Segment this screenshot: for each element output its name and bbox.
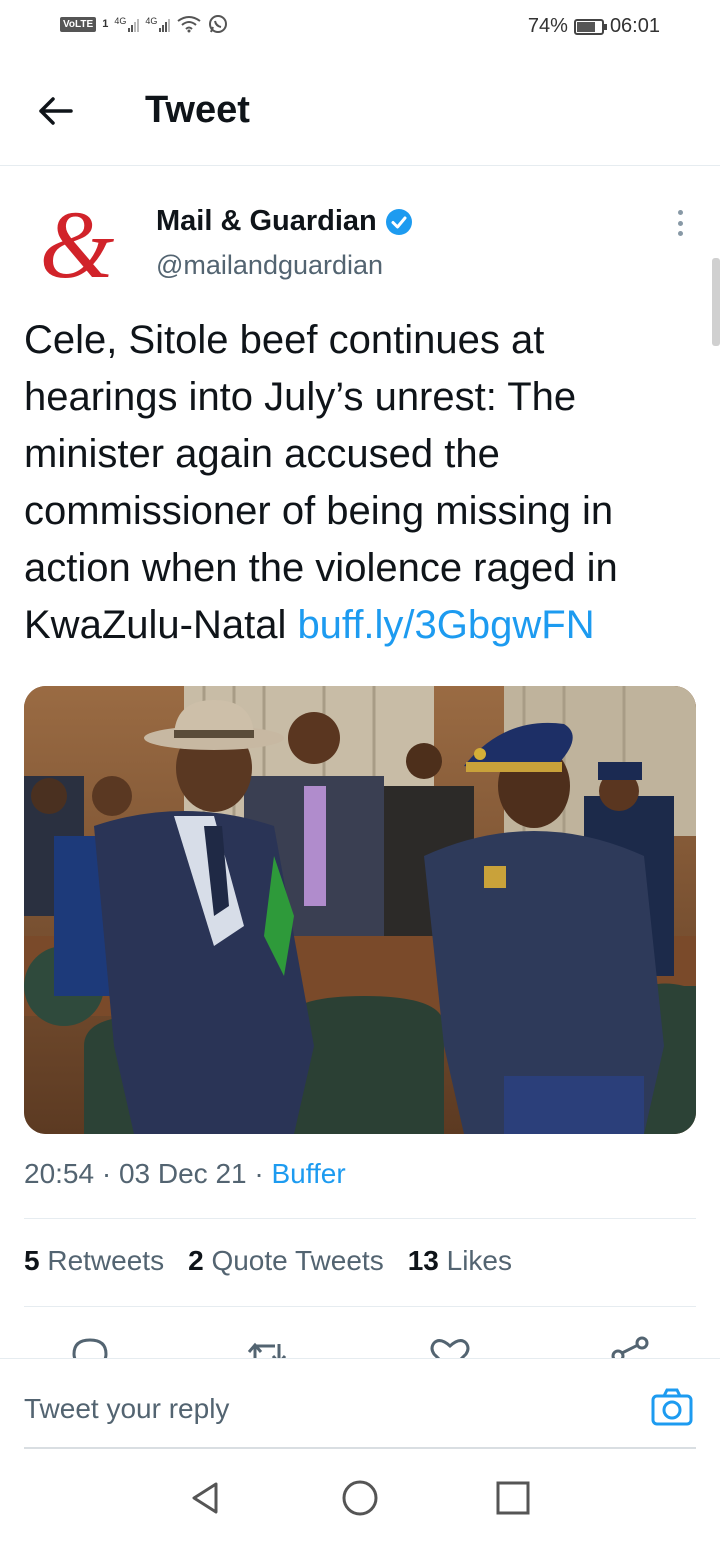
author-name[interactable]: Mail & Guardian [156, 205, 413, 238]
arrow-left-icon [39, 97, 73, 125]
tweet-link[interactable]: buff.ly/3GbgwFN [297, 603, 594, 647]
photo-image [24, 686, 696, 1134]
camera-icon[interactable] [650, 1387, 694, 1427]
quotes-label: Quote Tweets [211, 1245, 384, 1276]
author-handle[interactable]: @mailandguardian [156, 250, 383, 281]
tweet-date: 03 Dec 21 [118, 1158, 247, 1189]
tweet-text: Cele, Sitole beef continues at hearings … [24, 312, 694, 654]
tweet-meta: 20:54 · 03 Dec 21 · Buffer [24, 1158, 346, 1190]
signal-icon-2: 4G [145, 16, 171, 32]
share-icon[interactable] [608, 1334, 652, 1358]
battery-icon [573, 18, 607, 35]
wifi-icon [177, 16, 201, 33]
signal-icon: 4G [114, 16, 140, 32]
tweet-time: 20:54 [24, 1158, 95, 1189]
battery-percent: 74% [527, 15, 568, 37]
whatsapp-icon [209, 15, 228, 33]
volte-badge: VoLTE [60, 16, 97, 32]
like-icon[interactable] [428, 1334, 472, 1358]
system-nav-bar [0, 1450, 720, 1541]
avatar[interactable]: & [24, 196, 130, 302]
network-type-2: 4G [145, 16, 158, 26]
retweet-icon[interactable] [245, 1334, 289, 1358]
verified-badge-icon [385, 208, 412, 235]
reply-bar: Tweet your reply [0, 1358, 720, 1449]
status-icons-left: VoLTE 1 4G 4G [60, 14, 228, 34]
nav-recents-icon[interactable] [493, 1478, 533, 1518]
scrollbar[interactable] [712, 258, 720, 346]
nav-back-icon[interactable] [186, 1478, 226, 1518]
likes-count: 13 [407, 1245, 439, 1276]
tweet-actions [0, 1330, 720, 1358]
divider [24, 1218, 696, 1219]
engagement-stats: 5 Retweets 2 Quote Tweets 13 Likes [24, 1245, 512, 1277]
avatar-logo: & [39, 191, 115, 298]
top-app-bar: Tweet [0, 56, 720, 166]
retweets-count: 5 [24, 1245, 40, 1276]
meta-separator: · [101, 1158, 112, 1189]
tweet-body: Cele, Sitole beef continues at hearings … [24, 318, 618, 647]
retweets-stat[interactable]: 5 Retweets [24, 1245, 164, 1277]
network-type: 4G [114, 16, 127, 26]
meta-separator: · [254, 1158, 264, 1189]
likes-label: Likes [446, 1245, 513, 1276]
sim-indicator: 1 [102, 18, 109, 30]
reply-icon[interactable] [68, 1334, 112, 1358]
reply-underline [24, 1447, 696, 1449]
status-bar: VoLTE 1 4G 4G 74% 06:01 [0, 0, 720, 56]
quote-tweets-stat[interactable]: 2 Quote Tweets [188, 1245, 384, 1277]
back-button[interactable] [34, 90, 76, 132]
author-name-text: Mail & Guardian [156, 205, 377, 237]
status-icons-right: 74% 06:01 [528, 15, 660, 38]
divider [24, 1306, 696, 1307]
nav-home-icon[interactable] [340, 1478, 380, 1518]
clock: 06:01 [609, 15, 660, 37]
tweet-source-link[interactable]: Buffer [272, 1158, 346, 1189]
likes-stat[interactable]: 13 Likes [408, 1245, 512, 1277]
reply-input[interactable]: Tweet your reply [24, 1393, 229, 1425]
quotes-count: 2 [188, 1245, 204, 1276]
page-title: Tweet [145, 89, 250, 131]
more-options-icon[interactable] [668, 206, 692, 240]
tweet-photo[interactable] [24, 686, 696, 1134]
retweets-label: Retweets [47, 1245, 165, 1276]
